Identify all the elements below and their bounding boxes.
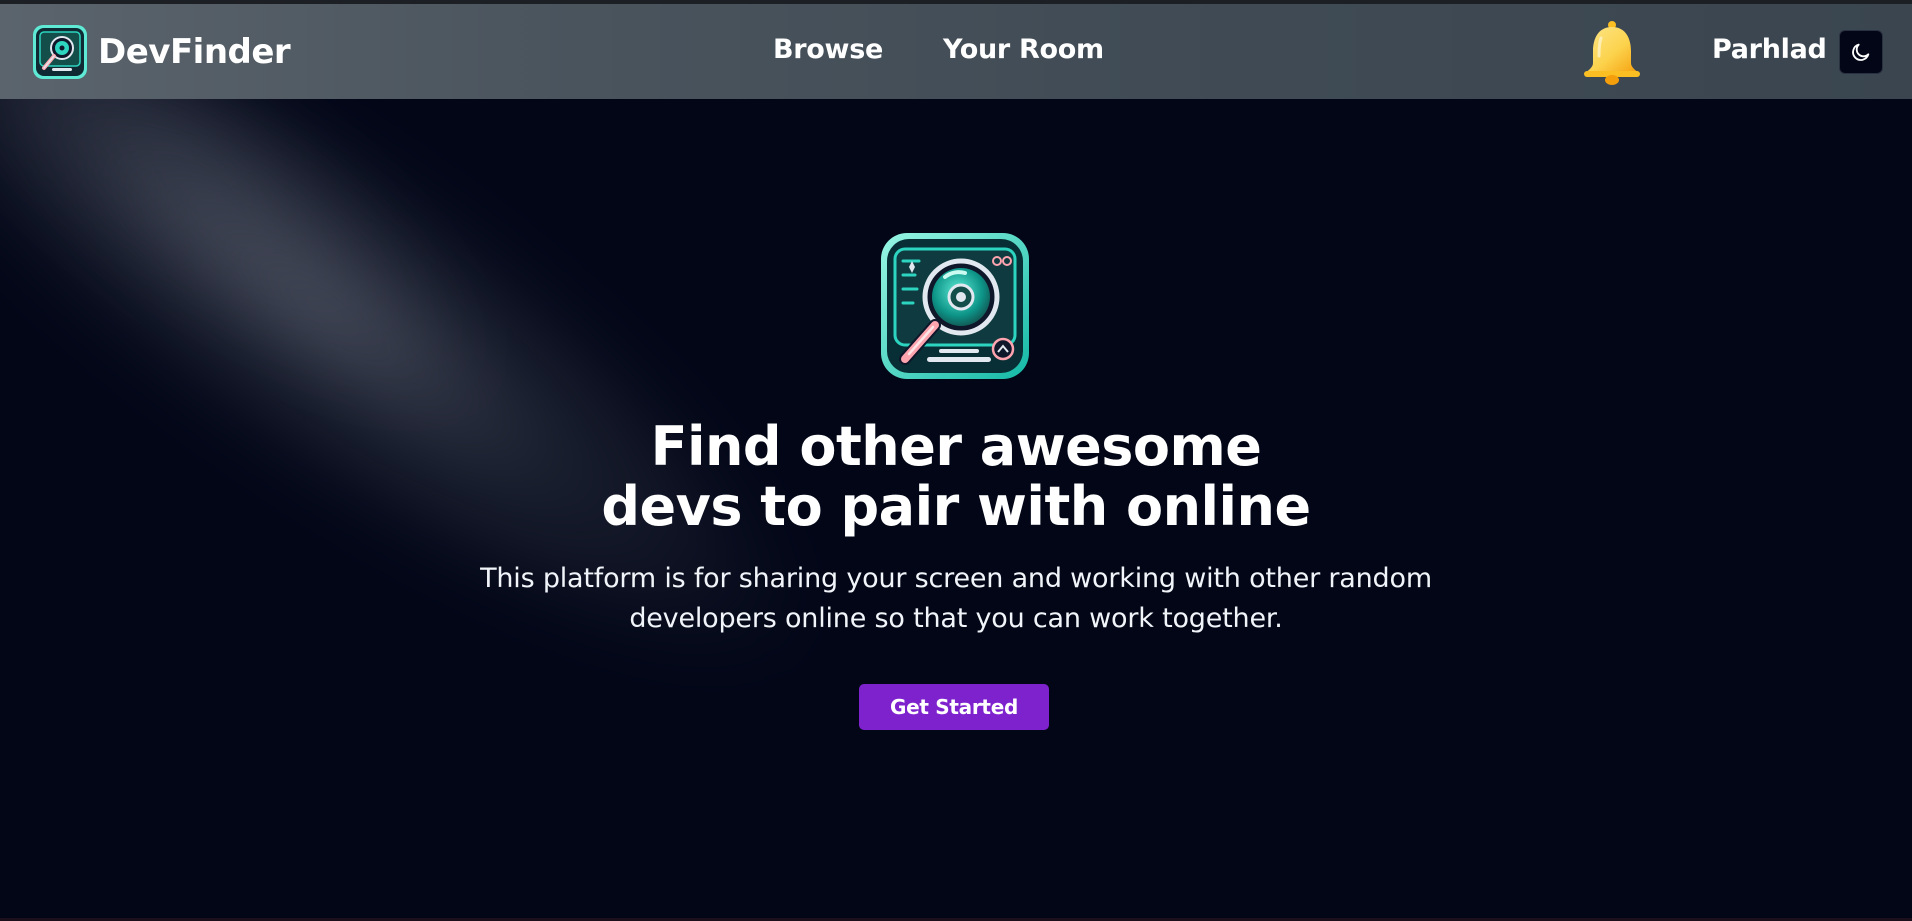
hero-section: Find other awesome devs to pair with onl… — [0, 99, 1912, 918]
brand-home-link[interactable]: DevFinder — [32, 24, 291, 80]
theme-toggle-button[interactable] — [1839, 30, 1883, 74]
page: DevFinder Browse Your Room Parhlad Find … — [0, 0, 1912, 921]
hero-title-line-1: Find other awesome — [650, 415, 1262, 478]
hero-title-line-2: devs to pair with online — [601, 475, 1311, 538]
hero-subtitle-line-1: This platform is for sharing your screen… — [480, 563, 1432, 594]
brand-name: DevFinder — [98, 32, 291, 72]
moon-icon — [1852, 43, 1870, 61]
nav-browse-link[interactable]: Browse — [773, 34, 883, 65]
hero-subtitle: This platform is for sharing your screen… — [356, 559, 1556, 639]
bell-icon[interactable] — [1580, 20, 1644, 86]
hero-title: Find other awesome devs to pair with onl… — [456, 417, 1456, 537]
devfinder-logo-icon — [33, 25, 87, 79]
get-started-button[interactable]: Get Started — [859, 684, 1049, 730]
nav-your-room-link[interactable]: Your Room — [943, 34, 1104, 65]
main-nav: Browse Your Room — [773, 34, 1104, 65]
top-navbar: DevFinder Browse Your Room Parhlad — [0, 4, 1912, 99]
magnifier-computer-icon — [881, 233, 1029, 379]
user-menu-name[interactable]: Parhlad — [1712, 34, 1827, 65]
hero-subtitle-line-2: developers online so that you can work t… — [629, 603, 1283, 634]
